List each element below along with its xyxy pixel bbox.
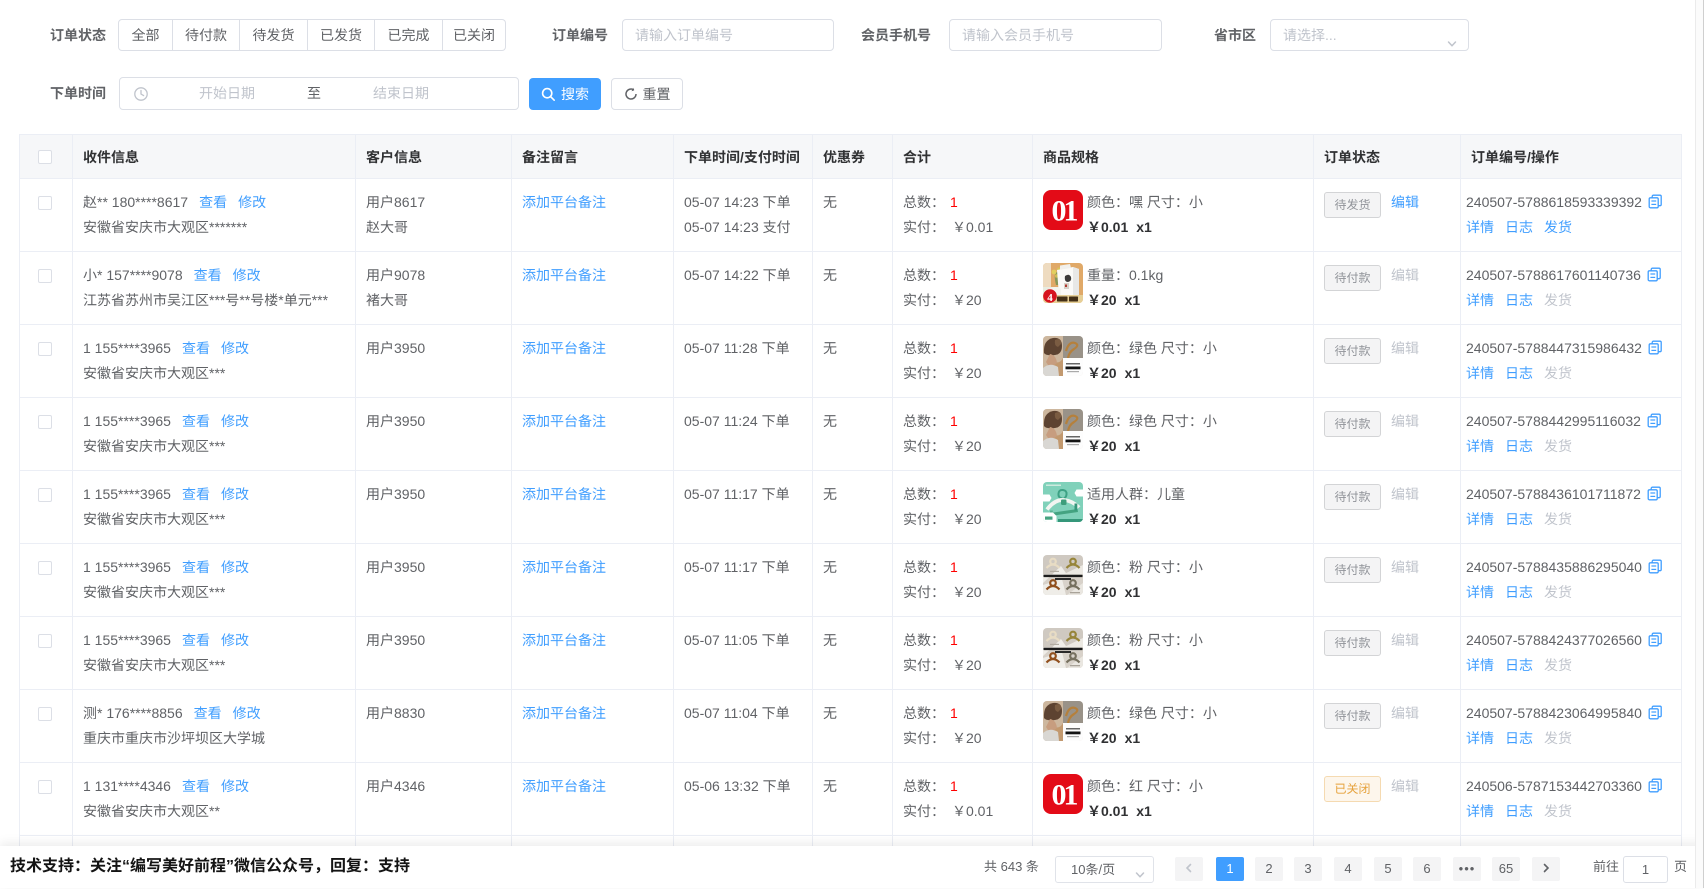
svg-text:4: 4 bbox=[1047, 292, 1053, 303]
svg-text:01: 01 bbox=[1052, 779, 1078, 812]
svg-text:01: 01 bbox=[1052, 195, 1078, 228]
